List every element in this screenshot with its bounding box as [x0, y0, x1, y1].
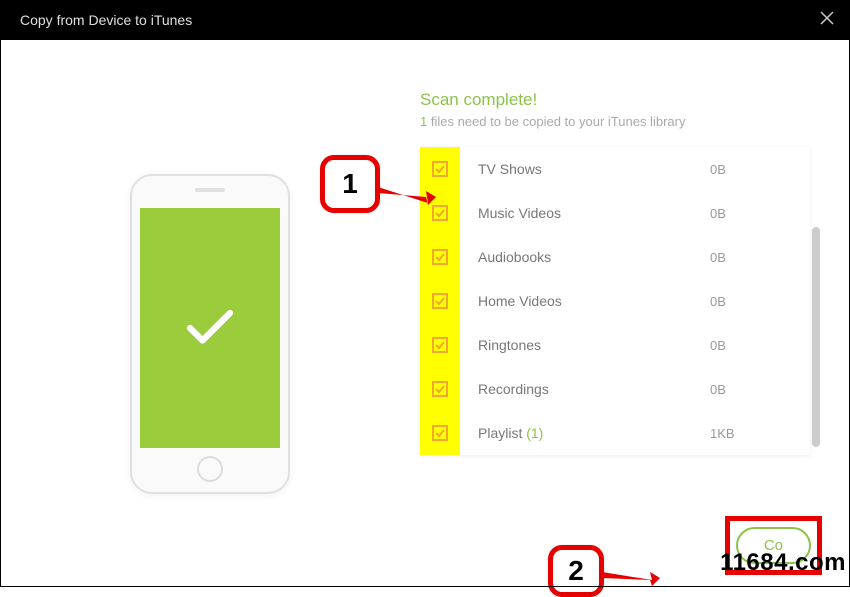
titlebar: Copy from Device to iTunes: [0, 0, 850, 40]
watermark: 11684.com: [720, 549, 846, 577]
phone-check-icon: [180, 298, 240, 358]
checkbox-col-highlight: [420, 235, 460, 279]
row-label: Recordings: [460, 381, 710, 397]
callout-arrow-2: [602, 562, 662, 592]
checkbox[interactable]: [432, 381, 448, 397]
check-icon: [435, 164, 445, 174]
row-size: 0B: [710, 382, 790, 397]
check-icon: [435, 340, 445, 350]
row-label: Audiobooks: [460, 249, 710, 265]
left-panel: [0, 40, 420, 587]
callout-arrow-1: [378, 175, 438, 215]
checkbox[interactable]: [432, 337, 448, 353]
phone-screen: [140, 208, 280, 448]
row-label: Playlist (1): [460, 425, 710, 441]
check-icon: [435, 296, 445, 306]
row-size: 0B: [710, 206, 790, 221]
list-item: Ringtones 0B: [420, 323, 810, 367]
row-size: 0B: [710, 294, 790, 309]
checkbox-col-highlight: [420, 367, 460, 411]
checkbox[interactable]: [432, 249, 448, 265]
close-icon[interactable]: [819, 10, 835, 31]
right-panel: Scan complete! 1 files need to be copied…: [420, 40, 850, 587]
checkbox[interactable]: [432, 425, 448, 441]
check-icon: [435, 252, 445, 262]
list-item: Audiobooks 0B: [420, 235, 810, 279]
window-title: Copy from Device to iTunes: [20, 12, 192, 28]
check-icon: [435, 384, 445, 394]
row-label: Home Videos: [460, 293, 710, 309]
row-label: Music Videos: [460, 205, 710, 221]
phone-home-button: [197, 456, 223, 482]
status-heading: Scan complete!: [420, 90, 810, 110]
checkbox[interactable]: [432, 293, 448, 309]
status-sub-suffix: files need to be copied to your iTunes l…: [427, 114, 685, 129]
list-item: Home Videos 0B: [420, 279, 810, 323]
main-content: Scan complete! 1 files need to be copied…: [0, 40, 850, 587]
list-item: TV Shows 0B: [420, 147, 810, 191]
callout-annotation-1: 1: [320, 155, 380, 213]
media-list: TV Shows 0B Music Videos 0B Audiobooks 0…: [420, 147, 810, 455]
scrollbar[interactable]: [812, 227, 820, 447]
phone-speaker: [195, 188, 225, 192]
checkbox-col-highlight: [420, 323, 460, 367]
row-label: Ringtones: [460, 337, 710, 353]
checkbox-col-highlight: [420, 279, 460, 323]
row-label: TV Shows: [460, 161, 710, 177]
list-item: Recordings 0B: [420, 367, 810, 411]
list-item: Playlist (1) 1KB: [420, 411, 810, 455]
row-size: 1KB: [710, 426, 790, 441]
checkbox-col-highlight: [420, 411, 460, 455]
callout-annotation-2: 2: [548, 545, 604, 597]
row-size: 0B: [710, 250, 790, 265]
list-item: Music Videos 0B: [420, 191, 810, 235]
check-icon: [435, 428, 445, 438]
phone-illustration: [130, 174, 290, 494]
status-subtext: 1 files need to be copied to your iTunes…: [420, 114, 810, 129]
row-size: 0B: [710, 338, 790, 353]
row-size: 0B: [710, 162, 790, 177]
